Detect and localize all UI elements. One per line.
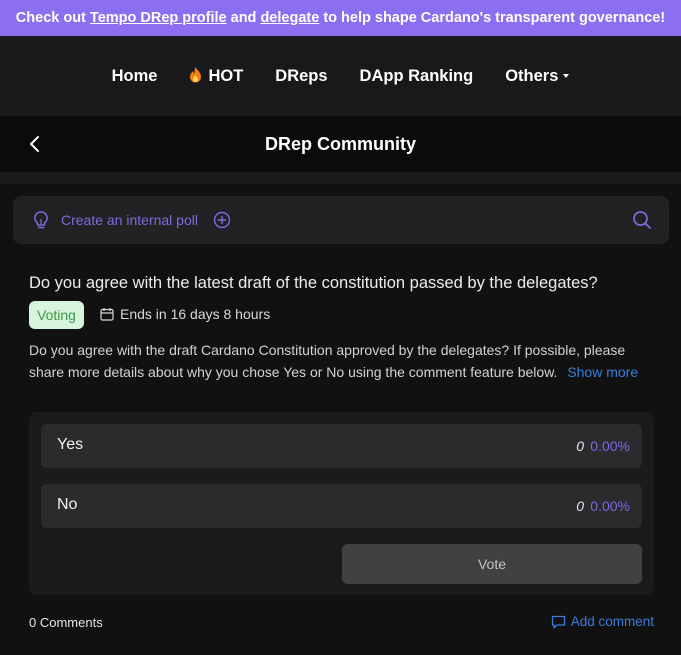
vote-button[interactable]: Vote bbox=[342, 544, 642, 584]
nav-hot[interactable]: HOT bbox=[189, 66, 244, 86]
plus-circle-icon[interactable] bbox=[213, 211, 231, 229]
caret-down-icon bbox=[563, 74, 570, 78]
nav-dapp-ranking-label: DApp Ranking bbox=[359, 66, 474, 85]
show-more-link[interactable]: Show more bbox=[567, 364, 638, 380]
poll-option-no[interactable]: No 0 0.00% bbox=[41, 484, 642, 528]
page-header: DRep Community bbox=[0, 116, 681, 172]
add-comment-label: Add comment bbox=[570, 614, 654, 629]
tempo-drep-profile-link[interactable]: Tempo DRep profile bbox=[90, 10, 227, 26]
lightbulb-icon bbox=[34, 211, 48, 229]
nav-hot-label: HOT bbox=[208, 66, 244, 85]
poll-deadline-text: Ends in 16 days 8 hours bbox=[120, 306, 271, 322]
nav-others[interactable]: Others bbox=[505, 66, 570, 86]
announcement-banner: Check out Tempo DRep profile and delegat… bbox=[0, 0, 681, 36]
comments-count: 0 Comments bbox=[29, 615, 103, 630]
poll-description: Do you agree with the draft Cardano Cons… bbox=[29, 339, 654, 383]
option-label: Yes bbox=[57, 436, 84, 453]
delegate-link[interactable]: delegate bbox=[260, 10, 319, 26]
comment-icon bbox=[551, 615, 565, 628]
poll-question: Do you agree with the latest draft of th… bbox=[29, 274, 598, 292]
create-poll-bar[interactable]: Create an internal poll bbox=[13, 196, 669, 244]
banner-suffix: to help shape Cardano's transparent gove… bbox=[319, 10, 666, 26]
nav-dapp-ranking[interactable]: DApp Ranking bbox=[360, 67, 474, 86]
nav-home-label: Home bbox=[111, 66, 158, 85]
poll-deadline: Ends in 16 days 8 hours bbox=[100, 306, 270, 322]
banner-prefix: Check out bbox=[15, 10, 90, 26]
poll-description-text: Do you agree with the draft Cardano Cons… bbox=[29, 342, 626, 380]
nav-dreps[interactable]: DReps bbox=[275, 67, 327, 86]
vote-box: Yes 0 0.00% No 0 0.00% Vote bbox=[29, 412, 654, 595]
option-count: 0 bbox=[576, 498, 584, 514]
fire-icon bbox=[189, 66, 202, 86]
main-nav: Home HOT DReps DApp Ranking Others bbox=[0, 36, 681, 116]
add-comment-button[interactable]: Add comment bbox=[551, 614, 654, 629]
option-count: 0 bbox=[576, 438, 584, 454]
nav-home[interactable]: Home bbox=[112, 67, 158, 86]
banner-middle: and bbox=[226, 10, 261, 26]
create-poll-label[interactable]: Create an internal poll bbox=[61, 212, 198, 228]
option-label: No bbox=[57, 496, 78, 513]
divider bbox=[0, 172, 681, 184]
status-badge: Voting bbox=[29, 301, 84, 329]
poll-content: Create an internal poll Do you agree wit… bbox=[0, 184, 681, 655]
poll-option-yes[interactable]: Yes 0 0.00% bbox=[41, 424, 642, 468]
page-title: DRep Community bbox=[264, 133, 416, 154]
option-percent: 0.00% bbox=[590, 438, 630, 454]
option-percent: 0.00% bbox=[590, 498, 630, 514]
nav-others-label: Others bbox=[505, 66, 559, 85]
nav-dreps-label: DReps bbox=[275, 66, 328, 85]
calendar-icon bbox=[100, 308, 114, 321]
chevron-left-icon[interactable] bbox=[26, 134, 46, 154]
search-icon[interactable] bbox=[632, 210, 652, 230]
